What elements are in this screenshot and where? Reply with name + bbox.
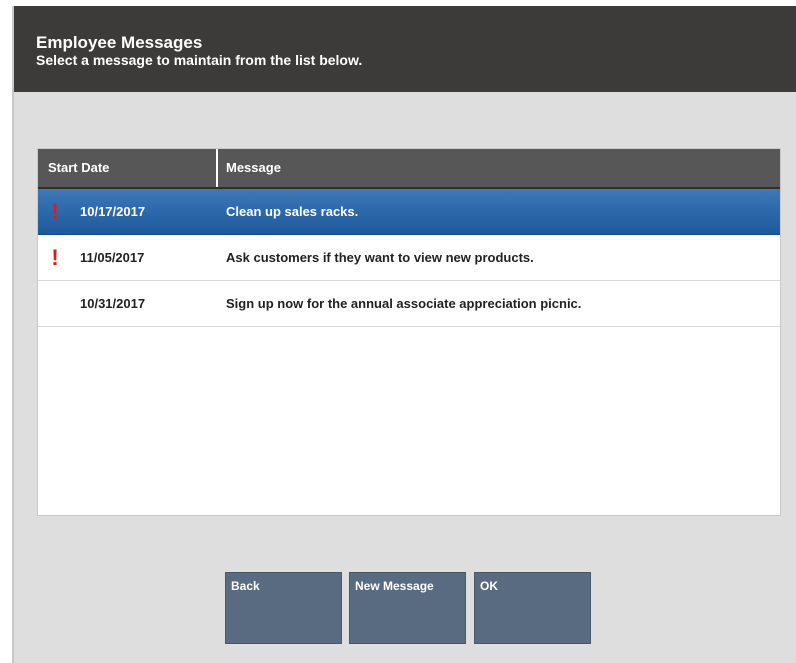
row-start-date: 10/17/2017 <box>80 204 146 219</box>
row-message: Sign up now for the annual associate app… <box>226 296 582 311</box>
row-message: Ask customers if they want to view new p… <box>226 250 534 265</box>
page-title: Employee Messages <box>36 33 203 52</box>
row-message: Clean up sales racks. <box>226 204 359 219</box>
alert-icon: ! <box>51 199 59 224</box>
table-row[interactable]: 10/31/2017 Sign up now for the annual as… <box>38 281 780 327</box>
column-header-start-date[interactable]: Start Date <box>38 149 218 187</box>
screen-header: Employee Messages Select a message to ma… <box>14 6 796 92</box>
page-subtitle: Select a message to maintain from the li… <box>36 52 363 68</box>
messages-table: Start Date Message ! 10/17/2017 Clean up… <box>37 148 781 516</box>
row-start-date: 10/31/2017 <box>80 296 146 311</box>
table-row[interactable]: ! 11/05/2017 Ask customers if they want … <box>38 235 780 281</box>
ok-button[interactable]: OK <box>474 572 591 644</box>
column-header-message[interactable]: Message <box>220 149 281 187</box>
row-start-date: 11/05/2017 <box>80 250 145 265</box>
employee-messages-screen: Employee Messages Select a message to ma… <box>12 6 796 663</box>
alert-icon <box>50 292 60 316</box>
back-button[interactable]: Back <box>225 572 342 644</box>
table-header: Start Date Message <box>38 149 780 189</box>
table-row[interactable]: ! 10/17/2017 Clean up sales racks. <box>38 189 780 235</box>
new-message-button[interactable]: New Message <box>349 572 466 644</box>
alert-icon: ! <box>51 245 59 270</box>
